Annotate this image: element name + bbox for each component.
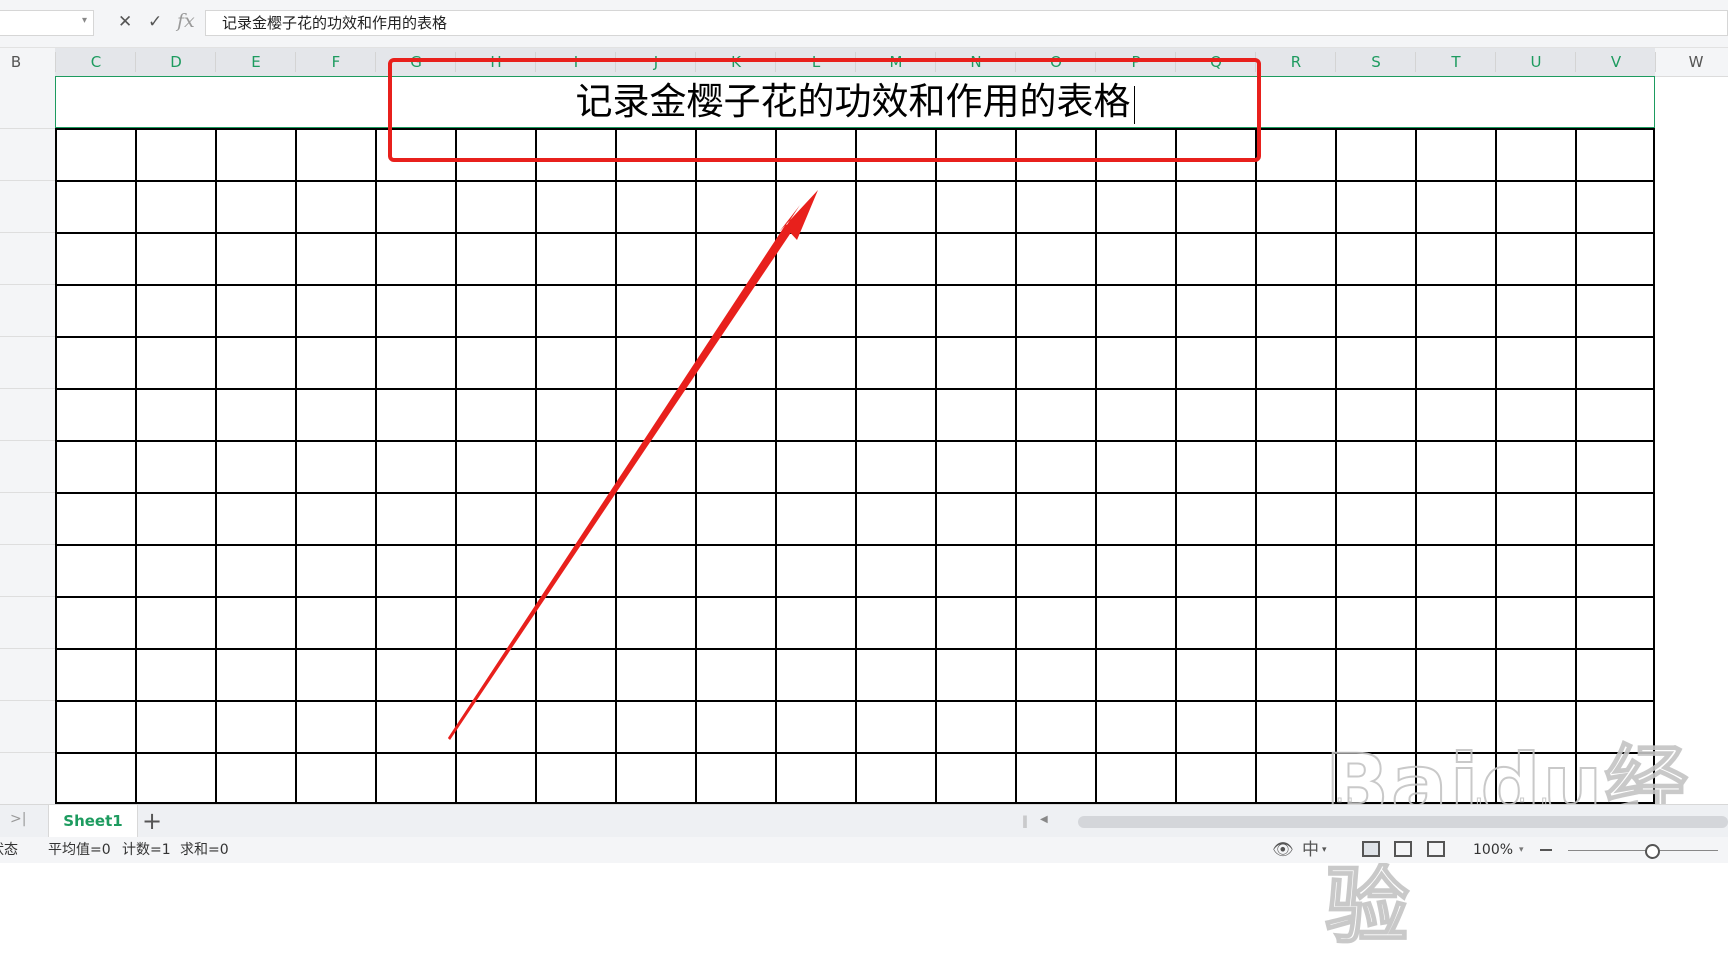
- annotation-highlight-box: [388, 58, 1261, 162]
- eye-protection-icon[interactable]: 👁: [1272, 837, 1294, 863]
- status-average[interactable]: 平均值=0: [48, 837, 111, 863]
- status-count[interactable]: 计数=1: [122, 837, 171, 863]
- zoom-level[interactable]: 100%: [1473, 837, 1513, 863]
- status-label: 状态: [0, 842, 18, 858]
- scroll-splitter-icon[interactable]: ‖: [1022, 814, 1028, 828]
- zoom-slider-handle[interactable]: [1645, 844, 1660, 859]
- scroll-left-icon[interactable]: ◀: [1040, 814, 1048, 825]
- page-layout-view-icon[interactable]: [1394, 841, 1412, 857]
- add-sheet-icon[interactable]: +: [142, 807, 162, 835]
- sheet-tab-sheet1[interactable]: Sheet1: [48, 805, 138, 837]
- status-sum[interactable]: 求和=0: [180, 837, 229, 863]
- last-sheet-nav-icon[interactable]: >|: [10, 811, 26, 827]
- zoom-slider-track[interactable]: [1568, 850, 1718, 851]
- page-break-view-icon[interactable]: [1427, 841, 1445, 857]
- horizontal-scrollbar[interactable]: [1078, 816, 1728, 828]
- annotation-arrow-shaft: [448, 224, 792, 740]
- sheet-tab-bar: >| Sheet1 + ‖ ◀: [0, 804, 1728, 838]
- status-bar: 状态 平均值=0 计数=1 求和=0 👁 中 ▾ 100% ▾: [0, 837, 1728, 863]
- input-method-icon[interactable]: 中: [1302, 837, 1319, 863]
- normal-view-icon[interactable]: [1362, 841, 1380, 857]
- input-method-dropdown-icon[interactable]: ▾: [1322, 837, 1327, 863]
- zoom-dropdown-icon[interactable]: ▾: [1519, 837, 1524, 863]
- zoom-out-icon[interactable]: [1540, 849, 1552, 851]
